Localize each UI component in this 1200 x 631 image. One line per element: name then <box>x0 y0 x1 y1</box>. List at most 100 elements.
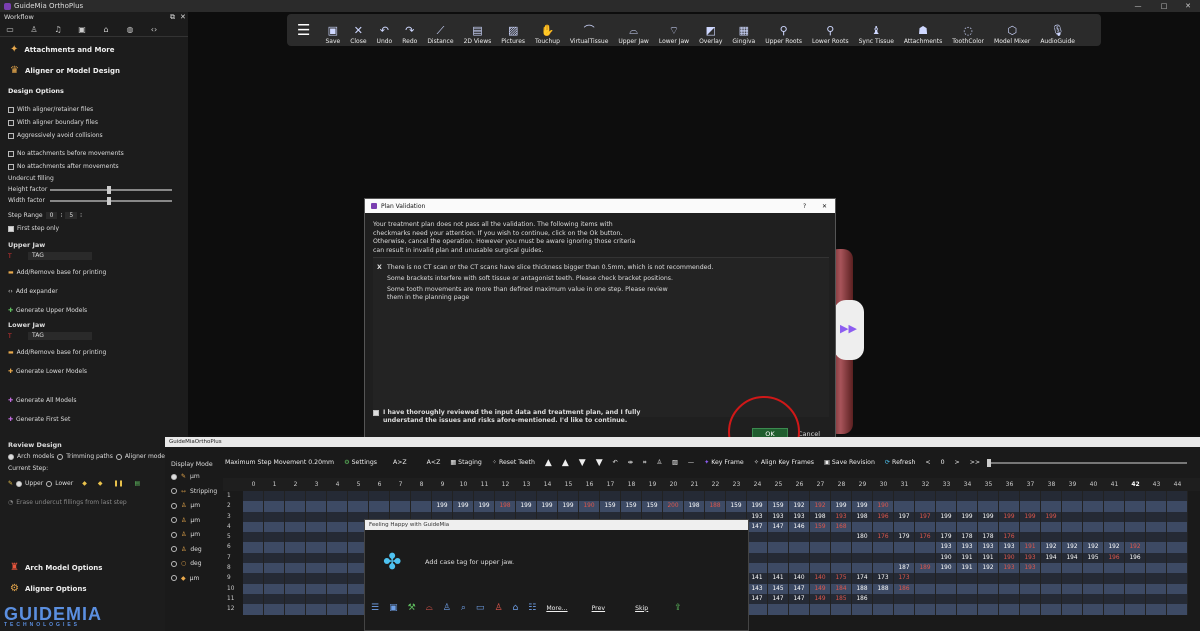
grid-cell[interactable] <box>306 521 327 533</box>
grid-cell[interactable] <box>243 573 264 584</box>
toolbar-redo-button[interactable]: ↷ Redo <box>397 15 422 45</box>
grid-cell[interactable]: 199 <box>978 511 999 522</box>
grid-cell[interactable] <box>1146 552 1167 564</box>
radio[interactable] <box>171 575 177 581</box>
grid-cell[interactable] <box>264 532 285 543</box>
column-header[interactable]: 38 <box>1041 478 1062 491</box>
grid-cell[interactable] <box>243 593 264 605</box>
grid-cell[interactable] <box>1062 491 1083 502</box>
save-revision-button[interactable]: ▣ Save Revision <box>821 459 878 466</box>
checkbox[interactable] <box>8 119 14 126</box>
close-icon[interactable]: ✕ <box>1178 0 1198 12</box>
grid-cell[interactable]: 140 <box>789 573 810 584</box>
grid-cell[interactable] <box>1020 491 1041 502</box>
toolbar-close-button[interactable]: ✕ Close <box>345 15 371 45</box>
grid-cell[interactable]: 191 <box>978 552 999 564</box>
toolbar-virtualtissue-button[interactable]: ⌒ VirtualTissue <box>565 15 614 45</box>
grid-cell[interactable] <box>894 542 915 553</box>
tooth-icon[interactable]: ♙ <box>653 459 665 466</box>
grid-cell[interactable] <box>453 491 474 502</box>
grid-cell[interactable] <box>348 491 369 502</box>
spin-icon[interactable]: ⁝ <box>80 212 82 219</box>
grid-cell[interactable] <box>411 491 432 502</box>
grid-cell[interactable] <box>285 593 306 605</box>
grid-cell[interactable] <box>915 501 936 512</box>
grid-cell[interactable] <box>768 552 789 564</box>
grid-cell[interactable] <box>1083 604 1104 615</box>
grid-cell[interactable] <box>999 604 1020 615</box>
grid-cell[interactable] <box>1125 511 1146 522</box>
grid-cell[interactable] <box>936 573 957 584</box>
grid-cell[interactable] <box>789 552 810 564</box>
toolbar-gingiva-button[interactable]: ▦ Gingiva <box>727 15 760 45</box>
grid-cell[interactable]: 187 <box>894 563 915 574</box>
grid-cell[interactable] <box>243 552 264 564</box>
grid-cell[interactable]: 192 <box>978 563 999 574</box>
validation-item[interactable]: Some brackets interfere with soft tissue… <box>387 275 673 282</box>
radio[interactable] <box>171 546 177 552</box>
grid-cell[interactable] <box>894 593 915 605</box>
option-aligner-boundary[interactable]: With aligner boundary files <box>8 119 98 126</box>
grid-cell[interactable] <box>978 604 999 615</box>
grid-cell[interactable]: 199 <box>474 501 495 512</box>
grid-cell[interactable] <box>1104 491 1125 502</box>
checkbox[interactable] <box>8 150 14 157</box>
grid-cell[interactable]: 173 <box>894 573 915 584</box>
grid-cell[interactable] <box>306 511 327 522</box>
undo-icon[interactable]: ↶ <box>610 459 621 466</box>
upper-tag-input[interactable]: TAG <box>28 252 92 260</box>
grid-cell[interactable] <box>1062 532 1083 543</box>
grid-cell[interactable] <box>705 491 726 502</box>
grid-cell[interactable] <box>327 501 348 512</box>
grid-cell[interactable] <box>957 501 978 512</box>
validation-item[interactable]: Some tooth movements are more than defin… <box>387 286 677 302</box>
grid-cell[interactable]: 193 <box>1020 563 1041 574</box>
grid-icon[interactable]: ⌗ <box>640 459 649 467</box>
radio[interactable] <box>171 517 177 523</box>
grid-cell[interactable]: 193 <box>936 542 957 553</box>
grid-cell[interactable] <box>1062 511 1083 522</box>
grid-cell[interactable] <box>243 563 264 574</box>
grid-cell[interactable] <box>852 491 873 502</box>
grid-cell[interactable] <box>243 511 264 522</box>
grid-cell[interactable] <box>327 563 348 574</box>
grid-cell[interactable] <box>285 604 306 615</box>
grid-cell[interactable] <box>1167 573 1188 584</box>
grid-cell[interactable] <box>285 542 306 553</box>
grid-cell[interactable] <box>1146 532 1167 543</box>
checkbox[interactable] <box>8 132 14 139</box>
grid-cell[interactable] <box>1125 583 1146 594</box>
grid-cell[interactable] <box>390 501 411 512</box>
grid-cell[interactable] <box>1167 604 1188 615</box>
globe-icon[interactable]: ◍ <box>124 25 136 35</box>
grid-cell[interactable]: 196 <box>1104 552 1125 564</box>
grid-cell[interactable]: 199 <box>516 501 537 512</box>
erase-undercut-button[interactable]: ◔ Erase undercut fillings from last step <box>8 499 127 506</box>
grid-cell[interactable] <box>873 521 894 533</box>
row-header[interactable]: 9 <box>223 573 243 584</box>
grid-cell[interactable] <box>768 604 789 615</box>
grid-cell[interactable]: 186 <box>894 583 915 594</box>
radio[interactable] <box>171 473 177 480</box>
grid-cell[interactable]: 145 <box>768 583 789 594</box>
grid-cell[interactable] <box>411 501 432 512</box>
grid-cell[interactable] <box>1146 501 1167 512</box>
grid-cell[interactable] <box>264 604 285 615</box>
grid-cell[interactable]: 193 <box>999 563 1020 574</box>
column-header[interactable]: 40 <box>1083 478 1104 491</box>
column-header[interactable]: 3 <box>306 478 327 491</box>
save-icon[interactable]: ▣ <box>389 603 398 613</box>
monitor-icon[interactable]: ▣ <box>76 25 88 35</box>
grid-cell[interactable]: 194 <box>1041 552 1062 564</box>
grid-cell[interactable] <box>285 501 306 512</box>
grid-cell[interactable] <box>327 573 348 584</box>
export-icon[interactable]: ⇪ <box>674 603 682 613</box>
grid-cell[interactable] <box>264 563 285 574</box>
toolbar-model-mixer-button[interactable]: ⬡ Model Mixer <box>989 15 1035 45</box>
slider-handle[interactable] <box>107 197 111 205</box>
grid-cell[interactable]: 191 <box>1020 542 1041 553</box>
grid-cell[interactable] <box>1041 583 1062 594</box>
grid-cell[interactable] <box>810 491 831 502</box>
grid-cell[interactable] <box>894 491 915 502</box>
grid-cell[interactable]: 192 <box>789 501 810 512</box>
